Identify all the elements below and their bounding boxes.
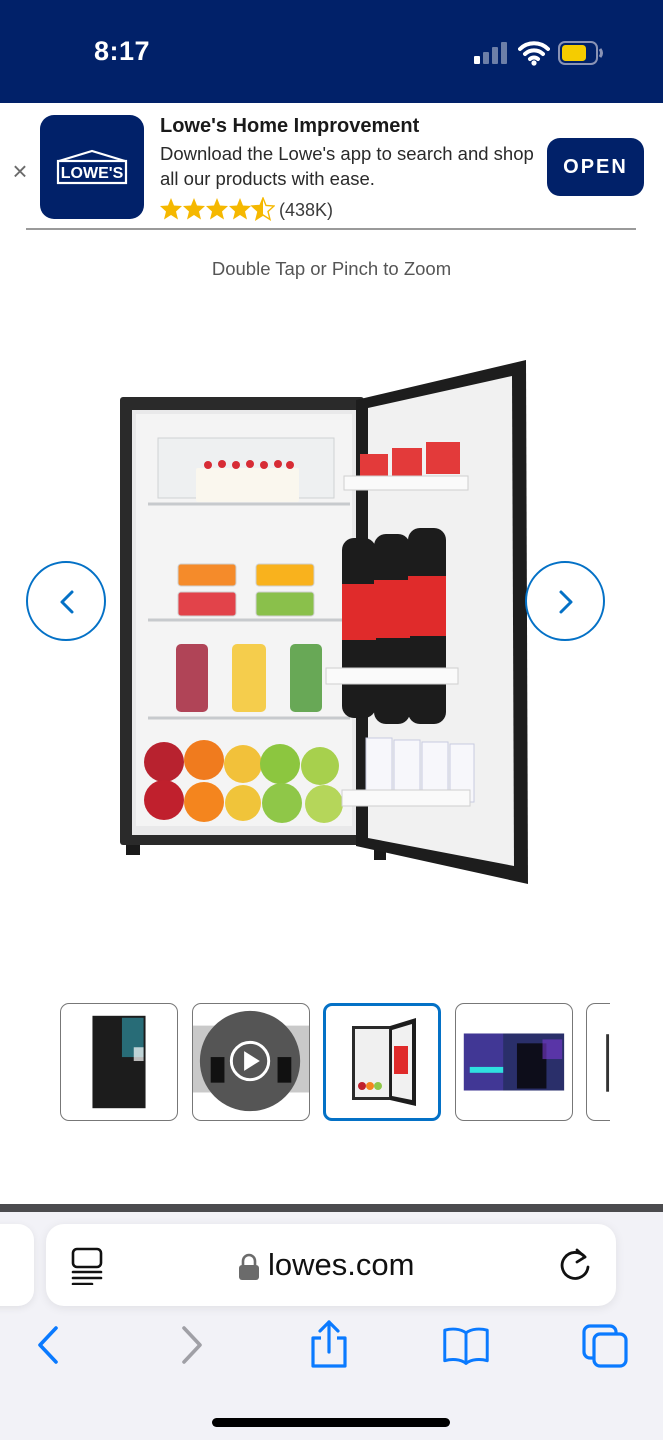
partial-thumbnail-image — [606, 1034, 610, 1092]
zoom-hint: Double Tap or Pinch to Zoom — [211, 258, 452, 279]
room-scene-image — [463, 1033, 565, 1091]
thumbnail-fridge-open[interactable] — [323, 1003, 441, 1121]
status-bar: 8:17 — [0, 0, 663, 103]
thumbnail-video[interactable] — [192, 1003, 310, 1121]
reload-icon[interactable] — [558, 1247, 594, 1283]
video-thumbnail-image — [193, 1010, 309, 1112]
app-description: Download the Lowe's app to search and sh… — [160, 143, 534, 189]
chevron-right-icon — [559, 590, 573, 614]
forward-icon[interactable] — [166, 1320, 214, 1370]
rating-stars-icon — [160, 197, 275, 221]
cellular-signal-icon — [474, 42, 507, 64]
bookmarks-icon[interactable] — [442, 1320, 490, 1370]
lowes-logo-icon: LOWE'S — [56, 149, 128, 185]
thumbnail-room-scene[interactable] — [455, 1003, 573, 1121]
back-icon[interactable] — [26, 1320, 74, 1370]
status-time: 8:17 — [94, 36, 151, 66]
tabs-icon[interactable] — [582, 1320, 630, 1370]
close-banner-button[interactable]: × — [9, 158, 31, 184]
lock-icon — [239, 1253, 259, 1280]
fridge-closed-image — [92, 1015, 146, 1109]
previous-image-button[interactable] — [26, 561, 106, 641]
app-icon-text: LOWE'S — [61, 165, 124, 182]
page-card-edge — [0, 1190, 663, 1204]
share-icon[interactable] — [305, 1320, 353, 1370]
app-name: Lowe's Home Improvement — [160, 115, 420, 137]
app-icon[interactable]: LOWE'S — [40, 115, 144, 219]
thumbnail-partial[interactable] — [586, 1003, 610, 1121]
page-edge-shadow — [0, 1204, 663, 1212]
soda-bottles — [342, 528, 446, 724]
open-app-button[interactable]: OPEN — [547, 138, 644, 196]
url-text[interactable]: lowes.com — [268, 1247, 414, 1283]
fridge-open-image — [352, 1018, 416, 1106]
product-main-image[interactable] — [112, 352, 552, 892]
chevron-left-icon — [60, 590, 74, 614]
banner-divider — [26, 228, 636, 230]
rating-count: (438K) — [279, 200, 334, 220]
previous-tab-preview[interactable] — [0, 1224, 34, 1306]
home-indicator[interactable] — [212, 1418, 450, 1427]
battery-icon — [558, 41, 603, 65]
next-image-button[interactable] — [525, 561, 605, 641]
wifi-icon — [518, 41, 550, 66]
reader-icon[interactable] — [70, 1247, 104, 1285]
thumbnail-fridge-closed[interactable] — [60, 1003, 178, 1121]
